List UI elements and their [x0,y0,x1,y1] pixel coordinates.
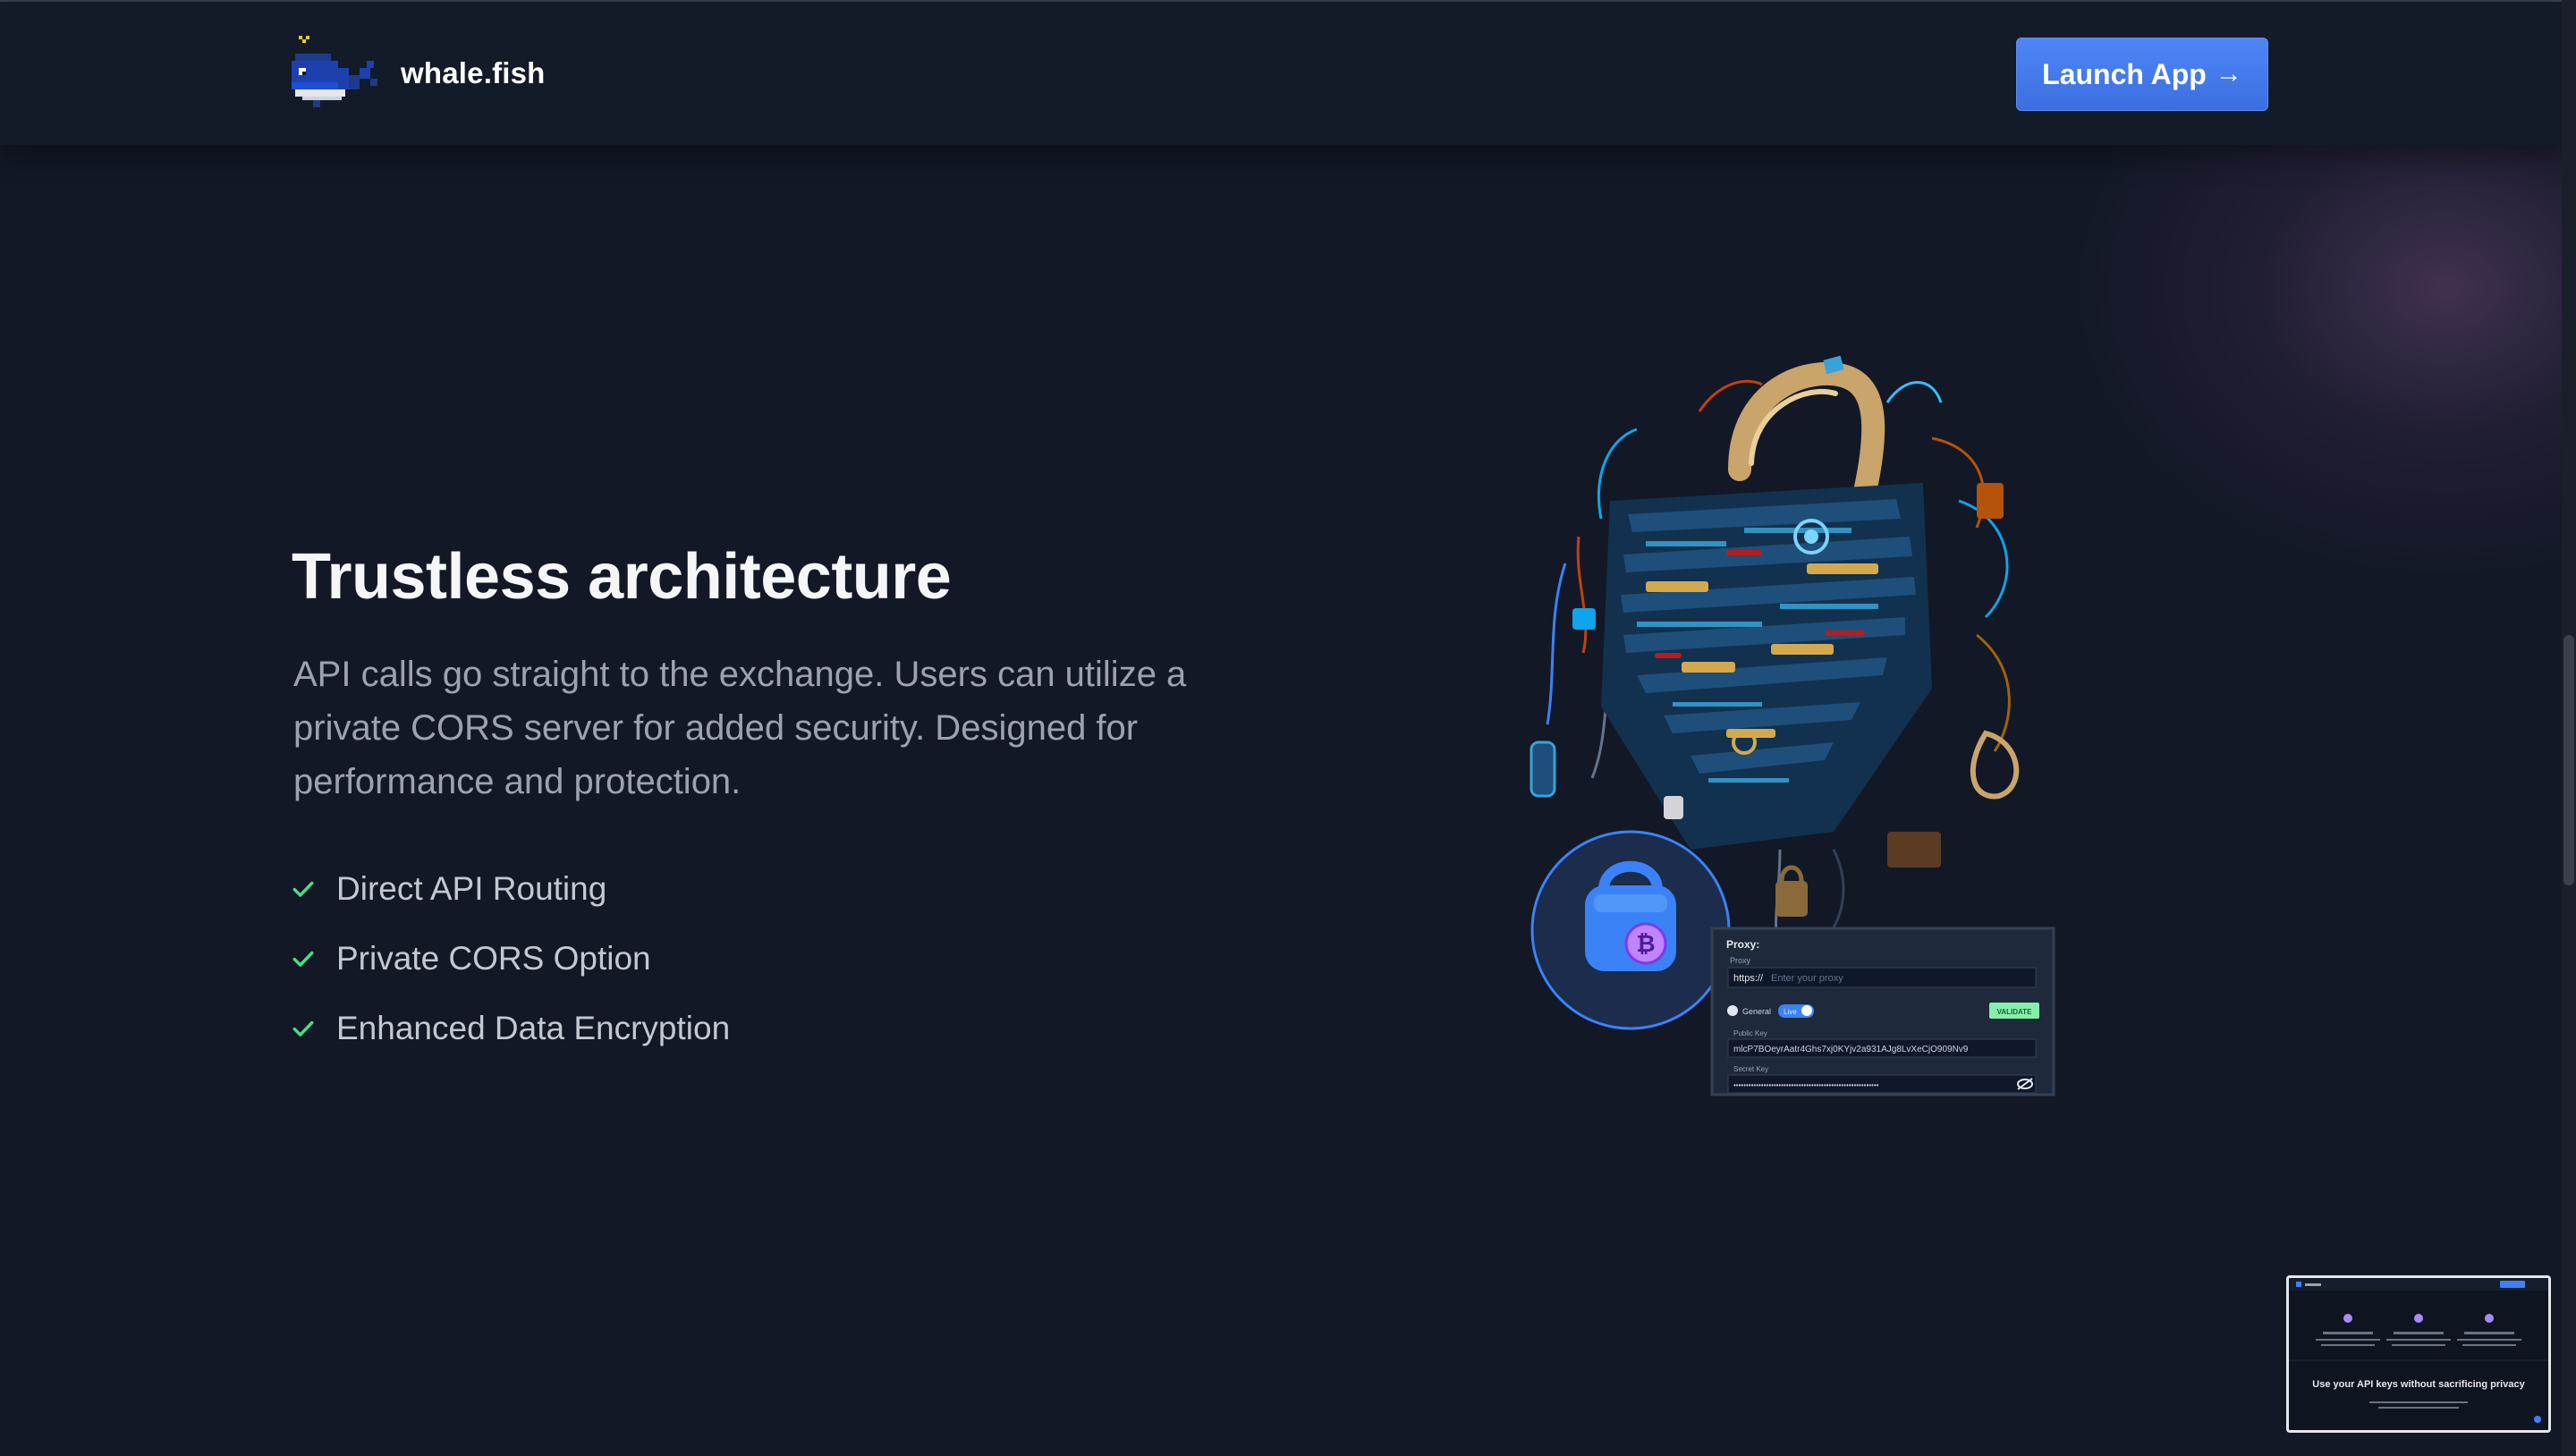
whale-icon [292,36,377,107]
feature-item: Enhanced Data Encryption [292,994,730,1063]
page-scrollbar[interactable] [2562,0,2576,1456]
launch-app-button[interactable]: Launch App → [2016,38,2268,111]
toggle-value: Live [1784,1008,1797,1016]
section-title: Trustless architecture [292,541,952,613]
feature-item: Private CORS Option [292,924,730,994]
proxy-placeholder: Enter your proxy [1771,973,1843,984]
bitcoin-lock-badge: ₿ [1530,830,1731,1030]
arrow-right-icon: → [2215,59,2242,89]
proxy-heading: Proxy: [1726,938,1759,951]
brand-logo[interactable]: whale.fish [292,36,546,111]
brand-name: whale.fish [401,56,546,89]
public-key-label: Public Key [1733,1029,1767,1037]
svg-text:₿: ₿ [1636,930,1655,957]
radio-icon [1727,1005,1738,1016]
feature-list: Direct API Routing Private CORS Option E… [292,854,730,1063]
trustless-architecture-illustration: ₿ Proxy: Proxy https:// Enter your proxy… [1530,355,2055,1096]
feature-label: Private CORS Option [336,940,651,977]
secret-key-value: ••••••••••••••••••••••••••••••••••••••••… [1733,1081,1879,1089]
toggle-label: General [1742,1007,1771,1016]
proxy-label: Proxy [1730,956,1751,965]
check-icon [292,1020,314,1037]
secret-key-label: Secret Key [1733,1065,1768,1073]
preview-art [2289,1278,2548,1423]
check-icon [292,951,314,967]
launch-app-label: Launch App [2042,57,2207,90]
proxy-settings-card: Proxy: Proxy https:// Enter your proxy G… [1710,927,2055,1096]
preview-headline: Use your API keys without sacrificing pr… [2312,1379,2525,1390]
background-glow [2057,125,2576,590]
validate-label: VALIDATE [1997,1008,2032,1016]
feature-item: Direct API Routing [292,854,730,924]
page-preview-thumbnail[interactable]: Use your API keys without sacrificing pr… [2286,1275,2551,1433]
public-key-value: mlcP7BOeyrAatr4Ghs7xj0KYjv2a931AJg8LvXeC… [1733,1045,1969,1054]
scrollbar-thumb[interactable] [2563,635,2574,885]
site-header: whale.fish Launch App → [0,2,2562,145]
section-description: API calls go straight to the exchange. U… [293,655,1187,801]
check-icon [292,881,314,897]
proxy-prefix: https:// [1733,973,1764,984]
feature-label: Enhanced Data Encryption [336,1010,731,1046]
feature-label: Direct API Routing [336,870,607,907]
